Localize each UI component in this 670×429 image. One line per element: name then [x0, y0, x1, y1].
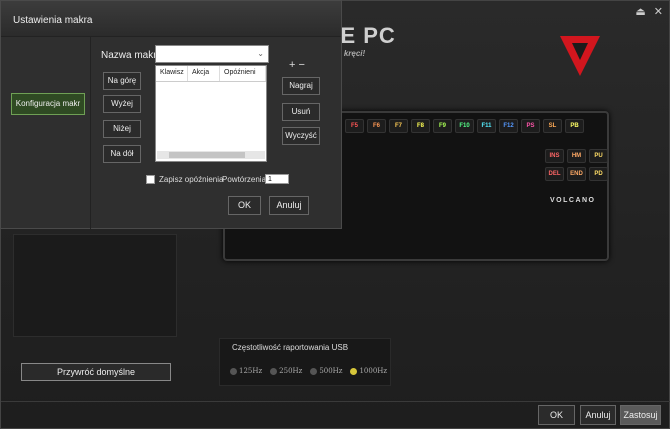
key[interactable]: END [567, 167, 586, 181]
radio-icon[interactable] [230, 367, 237, 375]
usb-options: 125Hz 250Hz 500Hz 1000Hz [230, 367, 387, 375]
key[interactable]: F5 [345, 119, 364, 133]
ok-button[interactable]: OK [538, 405, 575, 425]
usb-polling-panel: Częstotliwość raportowania USB 125Hz 250… [219, 338, 391, 386]
key[interactable]: F12 [499, 119, 518, 133]
usb-title: Częstotliwość raportowania USB [232, 343, 349, 352]
key[interactable]: PU [589, 149, 608, 163]
repeats-input[interactable]: 1 [265, 174, 289, 184]
usb-option-1000[interactable]: 1000Hz [350, 367, 387, 375]
horizontal-scrollbar[interactable] [157, 151, 265, 159]
macro-table[interactable]: Klawisz Akcja Opóźnieni [155, 65, 267, 162]
key[interactable]: F7 [389, 119, 408, 133]
save-delay-label: Zapisz opóźnienia [159, 175, 224, 184]
repeats-label: Powtórzenia [222, 175, 267, 184]
key[interactable]: PB [565, 119, 584, 133]
dialog-title: Ustawienia makra [1, 1, 341, 37]
move-up-button[interactable]: Wyżej [103, 95, 141, 113]
move-down-button[interactable]: Niżej [103, 120, 141, 138]
key[interactable]: SL [543, 119, 562, 133]
key[interactable]: INS [545, 149, 564, 163]
keyboard-brand: VOLCANO [550, 197, 596, 204]
key[interactable]: HM [567, 149, 586, 163]
volcano-logo-icon [560, 36, 600, 76]
key[interactable]: F8 [411, 119, 430, 133]
key[interactable]: PS [521, 119, 540, 133]
usb-option-125[interactable]: 125Hz [230, 367, 262, 375]
key[interactable]: F9 [433, 119, 452, 133]
dialog-cancel-button[interactable]: Anuluj [269, 196, 309, 215]
move-top-button[interactable]: Na górę [103, 72, 141, 90]
column-delay: Opóźnieni [220, 66, 266, 81]
key[interactable]: DEL [545, 167, 564, 181]
radio-icon[interactable] [310, 367, 318, 375]
usb-option-250[interactable]: 250Hz [270, 367, 302, 375]
plus-minus-icon[interactable]: + − [289, 59, 305, 71]
macro-settings-dialog: Ustawienia makra Konfiguracja makr Nazwa… [0, 0, 342, 230]
cancel-button[interactable]: Anuluj [580, 405, 616, 425]
key[interactable]: F10 [455, 119, 474, 133]
column-key: Klawisz [156, 66, 188, 81]
minimize-icon[interactable]: ⏏ [635, 5, 645, 18]
key[interactable]: F6 [367, 119, 386, 133]
window-controls: ⏏ ✕ [635, 5, 663, 18]
macro-name-select[interactable]: ⌄ [155, 45, 269, 63]
macro-name-label: Nazwa makra [101, 50, 163, 61]
key[interactable]: PD [589, 167, 608, 181]
dialog-ok-button[interactable]: OK [228, 196, 261, 215]
column-action: Akcja [188, 66, 220, 81]
close-icon[interactable]: ✕ [654, 5, 663, 18]
scroll-thumb[interactable] [169, 152, 245, 158]
key[interactable]: F11 [477, 119, 496, 133]
delete-button[interactable]: Usuń [282, 103, 320, 121]
clear-button[interactable]: Wyczyść [282, 127, 320, 145]
usb-option-500[interactable]: 500Hz [310, 367, 342, 375]
left-panel [13, 234, 177, 337]
dialog-sidebar [1, 37, 91, 230]
move-bottom-button[interactable]: Na dół [103, 145, 141, 163]
save-delay-checkbox[interactable] [146, 175, 155, 184]
keyboard-row-function: F5 F6 F7 F8 F9 F10 F11 F12 PS SL PB [345, 119, 584, 133]
bottom-separator [1, 401, 670, 402]
restore-defaults-button[interactable]: Przywróć domyślne [21, 363, 171, 381]
radio-icon[interactable] [270, 367, 278, 375]
keyboard-row-nav: INS HM PU [545, 149, 608, 163]
apply-button[interactable]: Zastosuj [620, 405, 661, 425]
macro-config-tab[interactable]: Konfiguracja makr [11, 93, 85, 115]
table-header: Klawisz Akcja Opóźnieni [156, 66, 266, 82]
chevron-down-icon[interactable]: ⌄ [257, 49, 264, 58]
record-button[interactable]: Nagraj [282, 77, 320, 95]
keyboard-row-nav2: DEL END PD [545, 167, 608, 181]
radio-icon[interactable] [350, 367, 358, 375]
